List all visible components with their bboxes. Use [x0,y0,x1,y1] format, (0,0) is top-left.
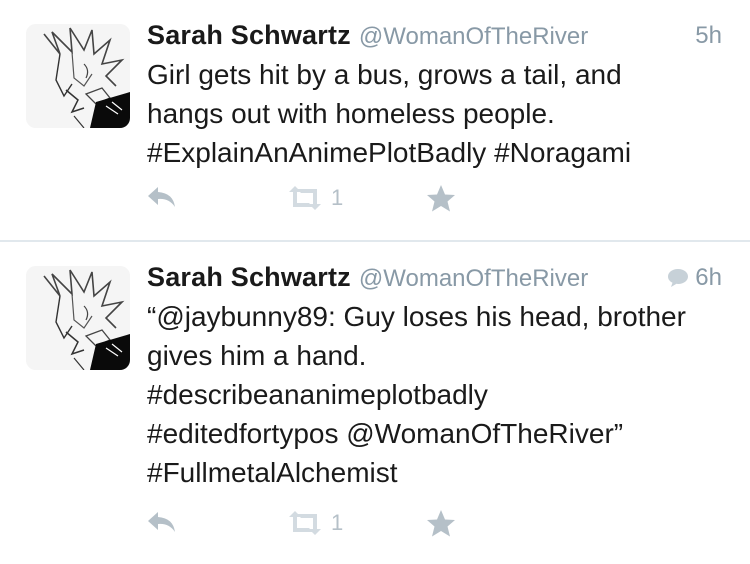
timestamp-area: 6h [667,264,722,292]
favorite-button[interactable] [425,183,457,213]
tweet-actions: 1 [145,183,475,219]
retweet-icon [289,186,321,210]
retweet-button[interactable]: 1 [283,183,343,213]
user-handle[interactable]: @WomanOfTheRiver [359,265,588,292]
star-icon [427,185,455,212]
user-handle[interactable]: @WomanOfTheRiver [359,23,588,50]
retweet-count: 1 [331,510,344,535]
tweet-header: Sarah Schwartz @WomanOfTheRiver [147,20,727,52]
retweet-icon [289,511,321,535]
tweet-text-line[interactable]: #ExplainAnAnimePlotBadly #Noragami [147,133,737,172]
tweet-text-line[interactable]: #FullmetalAlchemist [147,453,737,492]
display-name[interactable]: Sarah Schwartz [147,262,351,292]
tweet-actions: 1 [145,508,475,544]
reply-icon [148,187,175,207]
tweet[interactable]: Sarah Schwartz @WomanOfTheRiver 6h “@jayb… [0,242,750,564]
tweet-text-line[interactable]: #editedfortypos @WomanOfTheRiver” [147,414,737,453]
reply-icon [148,512,175,532]
tweet-text-line: gives him a hand. [147,340,367,371]
tweet[interactable]: Sarah Schwartz @WomanOfTheRiver 5h Girl g… [0,0,750,240]
tweet-text: “@jaybunny89: Guy loses his head, brothe… [147,297,737,492]
star-icon [427,510,455,537]
tweet-text-line: hangs out with homeless people. [147,98,555,129]
tweet-text-line: “@jaybunny89: Guy loses his head, brothe… [147,301,686,332]
tweet-text-line: Girl gets hit by a bus, grows a tail, an… [147,59,622,90]
reply-button[interactable] [145,508,179,538]
avatar[interactable] [26,266,130,370]
avatar[interactable] [26,24,130,128]
timestamp-area: 5h [695,22,722,50]
favorite-button[interactable] [425,508,457,538]
retweet-count: 1 [331,185,344,210]
tweet-header: Sarah Schwartz @WomanOfTheRiver [147,262,727,294]
speech-bubble-icon [668,269,689,287]
tweet-text-line[interactable]: #describeananimeplotbadly [147,375,737,414]
display-name[interactable]: Sarah Schwartz [147,20,351,50]
retweet-button[interactable]: 1 [283,508,343,538]
tweet-text: Girl gets hit by a bus, grows a tail, an… [147,55,737,172]
timestamp[interactable]: 6h [695,264,722,292]
reply-button[interactable] [145,183,179,213]
manga-character-avatar-icon [26,266,130,370]
timestamp[interactable]: 5h [695,22,722,50]
manga-character-avatar-icon [26,24,130,128]
